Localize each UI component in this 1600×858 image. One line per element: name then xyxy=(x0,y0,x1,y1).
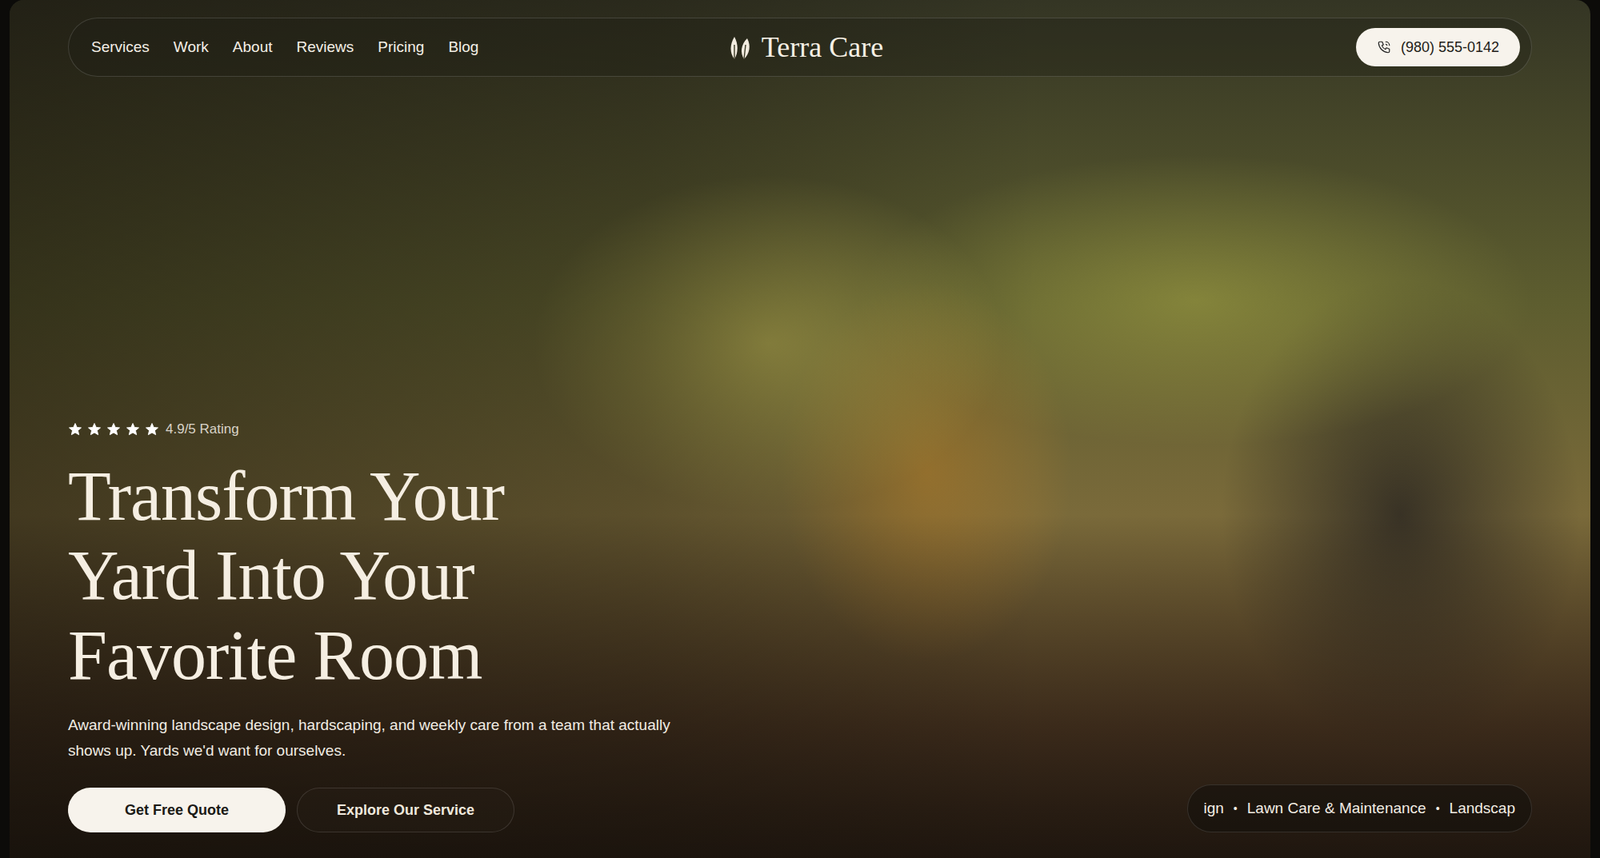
headline: Transform YourYard Into YourFavorite Roo… xyxy=(68,456,676,696)
nav-link[interactable]: About xyxy=(232,38,273,56)
ticker-item: Lawn Care & Maintenance xyxy=(1247,800,1427,818)
subtitle: Award-winning landscape design, hardscap… xyxy=(68,712,676,764)
hero-actions: Get Free QuoteExplore Our Service xyxy=(68,788,676,833)
quote-button[interactable]: Get Free Quote xyxy=(68,788,286,833)
nav-link[interactable]: Services xyxy=(91,38,150,56)
services-button[interactable]: Explore Our Service xyxy=(296,788,515,833)
star-icon xyxy=(68,422,83,437)
headline-line: Favorite Room xyxy=(68,616,676,696)
services-ticker: ign • Lawn Care & Maintenance • Landscap xyxy=(1187,784,1533,833)
ticker-item: Landscap xyxy=(1449,800,1516,818)
rating: 4.9/5 Rating xyxy=(68,421,676,438)
nav-right: (980) 555-0142 xyxy=(883,28,1520,67)
stars xyxy=(68,422,160,437)
rating-label: 4.9/5 Rating xyxy=(165,421,240,438)
brand-name: Terra Care xyxy=(761,30,884,64)
nav-link[interactable]: Work xyxy=(173,38,209,56)
nav-link[interactable]: Blog xyxy=(448,38,479,56)
hero-content: 4.9/5 Rating Transform YourYard Into Your… xyxy=(68,421,676,833)
hero-bottom: 4.9/5 Rating Transform YourYard Into Your… xyxy=(68,76,1532,833)
ticker-separator: • xyxy=(1436,802,1440,816)
phone-button[interactable]: (980) 555-0142 xyxy=(1356,28,1520,67)
hero: Services Work About Reviews Pricing Blog Terra… xyxy=(9,0,1591,858)
nav-link[interactable]: Pricing xyxy=(377,38,424,56)
brand-logo[interactable]: Terra Care xyxy=(728,30,884,64)
page: Services Work About Reviews Pricing Blog Terra… xyxy=(0,0,1600,858)
star-icon xyxy=(87,422,102,437)
ticker-separator: • xyxy=(1233,802,1238,816)
phone-number: (980) 555-0142 xyxy=(1400,39,1500,56)
nav-link[interactable]: Reviews xyxy=(296,38,355,56)
leaves-icon xyxy=(728,33,752,61)
star-icon xyxy=(125,422,140,437)
nav-links: Services Work About Reviews Pricing Blog xyxy=(91,38,728,56)
star-icon xyxy=(106,422,121,437)
star-icon xyxy=(144,422,160,437)
phone-icon xyxy=(1376,40,1392,55)
ticker-item: ign xyxy=(1204,800,1224,818)
headline-line: Yard Into Your xyxy=(68,536,676,616)
headline-line: Transform Your xyxy=(68,456,676,536)
nav-bar: Services Work About Reviews Pricing Blog Terra… xyxy=(68,17,1532,77)
